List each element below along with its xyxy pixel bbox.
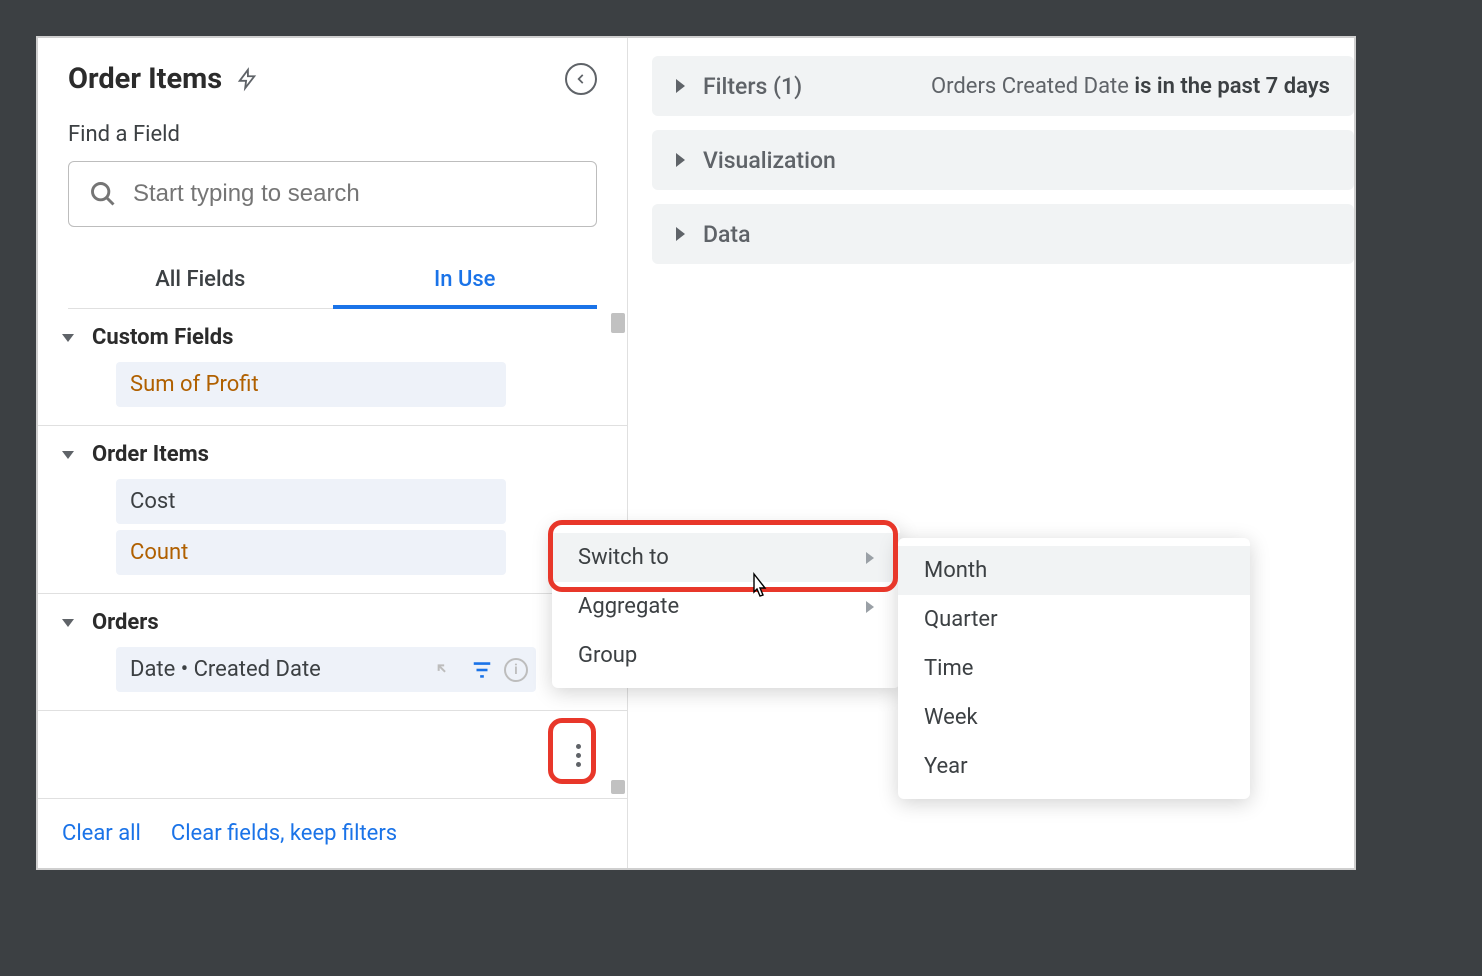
viz-label: Visualization: [703, 147, 836, 174]
filter-icon[interactable]: [468, 656, 496, 684]
chevron-right-icon: [676, 79, 685, 93]
clear-all-link[interactable]: Clear all: [62, 821, 141, 846]
menu-label: Time: [924, 656, 973, 681]
tab-in-use[interactable]: In Use: [333, 267, 598, 308]
field-more-menu-button[interactable]: [558, 728, 598, 782]
pivot-icon[interactable]: [432, 656, 460, 684]
tab-all-fields[interactable]: All Fields: [68, 267, 333, 308]
chevron-down-icon: [62, 619, 74, 627]
panel-footer: Clear all Clear fields, keep filters: [38, 798, 627, 868]
menu-label: Quarter: [924, 607, 998, 632]
chevron-right-icon: [676, 227, 685, 241]
info-icon[interactable]: i: [504, 658, 528, 682]
filter-condition: is in the past 7 days: [1134, 74, 1330, 99]
search-input[interactable]: [133, 180, 576, 208]
menu-label: Year: [924, 754, 968, 779]
field-context-menu: Switch to Aggregate Group: [552, 525, 900, 688]
chevron-right-icon: [866, 552, 874, 564]
submenu-week[interactable]: Week: [898, 693, 1250, 742]
chevron-down-icon: [62, 451, 74, 459]
menu-label: Switch to: [578, 545, 669, 570]
section-header[interactable]: Custom Fields: [38, 325, 627, 350]
field-sum-of-profit[interactable]: Sum of Profit: [116, 362, 506, 407]
section-title: Order Items: [92, 442, 209, 467]
menu-label: Group: [578, 643, 637, 668]
filters-bar[interactable]: Filters (1) Orders Created Date is in th…: [652, 56, 1354, 116]
data-label: Data: [703, 221, 750, 248]
menu-group[interactable]: Group: [552, 631, 900, 680]
find-field-label: Find a Field: [68, 122, 597, 147]
visualization-bar[interactable]: Visualization: [652, 130, 1354, 190]
field-list: Custom Fields Sum of Profit Order Items …: [38, 309, 627, 798]
quick-start-icon[interactable]: [236, 65, 258, 93]
data-bar[interactable]: Data: [652, 204, 1354, 264]
section-custom-fields: Custom Fields Sum of Profit: [38, 309, 627, 426]
field-tabs: All Fields In Use: [68, 267, 597, 309]
scrollbar-thumb-bottom[interactable]: [611, 780, 625, 794]
field-cost[interactable]: Cost: [116, 479, 506, 524]
menu-label: Week: [924, 705, 978, 730]
section-title: Custom Fields: [92, 325, 233, 350]
panel-header: Order Items Find a Field All Fields In U…: [38, 38, 627, 309]
section-orders: Orders Date • Created Date i: [38, 594, 627, 711]
clear-fields-link[interactable]: Clear fields, keep filters: [171, 821, 397, 846]
field-label: Date • Created Date: [130, 657, 321, 682]
submenu-quarter[interactable]: Quarter: [898, 595, 1250, 644]
search-icon: [89, 180, 117, 208]
menu-label: Aggregate: [578, 594, 679, 619]
filters-summary: Orders Created Date is in the past 7 day…: [931, 74, 1330, 99]
section-header[interactable]: Orders: [38, 610, 627, 635]
field-created-date[interactable]: Date • Created Date i: [116, 647, 536, 692]
field-label: Count: [130, 540, 188, 565]
submenu-year[interactable]: Year: [898, 742, 1250, 791]
filter-field: Orders Created Date: [931, 74, 1134, 99]
submenu-month[interactable]: Month: [898, 546, 1250, 595]
field-label: Sum of Profit: [130, 372, 259, 397]
chevron-right-icon: [866, 601, 874, 613]
filters-label: Filters (1): [703, 73, 802, 100]
submenu-time[interactable]: Time: [898, 644, 1250, 693]
field-label: Cost: [130, 489, 175, 514]
chevron-right-icon: [676, 153, 685, 167]
menu-aggregate[interactable]: Aggregate: [552, 582, 900, 631]
switch-to-submenu: Month Quarter Time Week Year: [898, 538, 1250, 799]
field-count[interactable]: Count: [116, 530, 506, 575]
scrollbar-thumb-top[interactable]: [611, 313, 625, 333]
search-input-wrap[interactable]: [68, 161, 597, 227]
section-title: Orders: [92, 610, 159, 635]
field-actions: i: [432, 656, 528, 684]
menu-label: Month: [924, 558, 987, 583]
collapse-panel-button[interactable]: [565, 63, 597, 95]
section-header[interactable]: Order Items: [38, 442, 627, 467]
section-order-items: Order Items Cost Count: [38, 426, 627, 594]
explore-title: Order Items: [68, 62, 222, 96]
field-picker-panel: Order Items Find a Field All Fields In U…: [38, 38, 628, 868]
chevron-down-icon: [62, 334, 74, 342]
menu-switch-to[interactable]: Switch to: [552, 533, 900, 582]
